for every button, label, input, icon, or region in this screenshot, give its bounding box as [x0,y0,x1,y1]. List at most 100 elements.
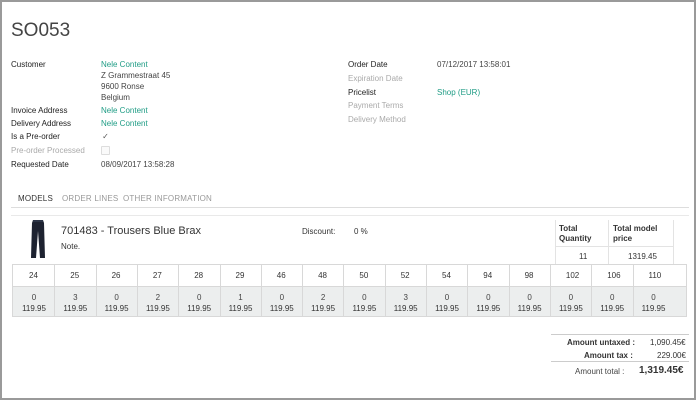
tab-other-information[interactable]: OTHER INFORMATION [123,194,212,203]
discount-label: Discount: [302,227,336,236]
size-quantity-input[interactable]: 0 [427,293,467,302]
size-quantity-input[interactable]: 0 [262,293,302,302]
amount-tax-label: Amount tax : [584,351,633,360]
size-price: 119.95 [517,304,542,313]
preorder-label: Is a Pre-order [11,132,60,141]
size-quantity-input[interactable]: 2 [138,293,178,302]
amount-untaxed-value: 1,090.45€ [650,338,686,347]
size-quantity-input[interactable]: 0 [344,293,384,302]
tab-order-lines[interactable]: ORDER LINES [62,194,118,203]
size-price: 119.95 [641,304,666,313]
size-price: 119.95 [145,304,170,313]
divider [551,334,689,335]
divider [555,246,673,247]
amount-tax-value: 229.00€ [657,351,686,360]
delivery-address-label: Delivery Address [11,119,72,128]
size-label: 48 [318,271,327,280]
pricelist-link[interactable]: Shop (EUR) [437,88,480,98]
size-price: 119.95 [63,304,88,313]
total-quantity-header: Total Quantity [559,224,591,244]
total-model-price-value: 1319.45 [628,252,657,261]
size-quantity-input[interactable]: 0 [510,293,550,302]
amount-total-label: Amount total : [575,367,625,376]
size-label: 52 [400,271,410,280]
customer-link[interactable]: Nele Content [101,60,148,70]
customer-label: Customer [11,60,46,69]
discount-value[interactable]: 0 % [354,227,368,236]
size-label: 110 [648,271,662,280]
size-quantity-input[interactable]: 2 [303,293,343,302]
size-label: 26 [111,271,121,280]
divider [551,361,689,362]
size-label: 24 [29,271,38,280]
size-price: 119.95 [311,304,336,313]
payment-terms-label: Payment Terms [348,101,404,110]
customer-address-line1: Z Grammestraat 45 [101,71,171,80]
total-model-price-header: Total model price [613,224,657,244]
size-matrix: 24 0 119.95 25 3 119.95 26 0 119.95 27 2 119.95 28 0 1… [12,264,687,317]
size-price: 119.95 [22,304,46,313]
size-price: 119.95 [435,304,459,313]
total-model-price-label-1: Total model [613,224,658,233]
divider [673,220,674,264]
size-quantity-input[interactable]: 0 [179,293,219,302]
size-label: 54 [442,271,451,280]
requested-date-label: Requested Date [11,160,69,169]
size-quantity-input[interactable]: 0 [592,293,632,302]
checkmark-icon: ✓ [102,132,109,141]
divider [555,220,556,264]
preorder-checkbox[interactable]: ✓ [101,132,110,141]
model-note-label: Note. [61,242,81,251]
size-price: 119.95 [269,304,294,313]
total-quantity-label-2: Quantity [559,234,592,243]
size-price: 119.95 [187,304,212,313]
customer-address-line3: Belgium [101,93,130,102]
size-label: 27 [152,271,162,280]
size-label: 94 [483,271,493,280]
size-label: 98 [524,271,534,280]
size-label: 25 [70,271,80,280]
total-quantity-value: 11 [579,252,588,261]
size-label: 28 [194,271,204,280]
notebook-tabs: MODELS ORDER LINES OTHER INFORMATION [11,190,689,208]
size-price: 119.95 [104,304,129,313]
order-date-value[interactable]: 07/12/2017 13:58:01 [437,60,510,70]
model-name[interactable]: 701483 - Trousers Blue Brax [61,225,201,237]
size-price: 119.95 [393,304,418,313]
amount-total-value: 1,319.45€ [639,365,684,376]
size-price: 119.95 [228,304,253,313]
size-quantity-input[interactable]: 1 [221,293,261,302]
size-price: 119.95 [558,304,583,313]
size-quantity-input[interactable]: 0 [551,293,591,302]
delivery-address-link[interactable]: Nele Content [101,119,148,129]
size-label: 102 [565,271,580,280]
invoice-address-link[interactable]: Nele Content [101,106,148,116]
amount-untaxed-label: Amount untaxed : [567,338,635,347]
order-date-label: Order Date [348,60,388,69]
pricelist-label: Pricelist [348,88,377,97]
preorder-processed-checkbox[interactable] [101,146,110,155]
delivery-method-label: Delivery Method [348,115,406,124]
tab-models[interactable]: MODELS [18,194,53,203]
size-price: 119.95 [600,304,625,313]
size-price: 119.95 [352,304,377,313]
size-quantity-input[interactable]: 0 [634,293,674,302]
divider [608,220,609,264]
size-quantity-input[interactable]: 3 [55,293,95,302]
customer-address-line2: 9600 Ronse [101,82,145,91]
size-quantity-input[interactable]: 0 [468,293,508,302]
sale-order-form: SO053 Customer Nele Content Z Grammestra… [0,0,696,400]
size-label: 46 [276,271,286,280]
page-title: SO053 [11,20,71,41]
size-label: 50 [359,271,369,280]
requested-date-value[interactable]: 08/09/2017 13:58:28 [101,160,174,170]
expiration-date-label: Expiration Date [348,74,403,83]
size-price: 119.95 [476,304,501,313]
total-quantity-label-1: Total [559,224,578,233]
size-quantity-input[interactable]: 0 [97,293,137,302]
divider [11,215,689,216]
size-quantity-input[interactable]: 3 [386,293,426,302]
size-label: 106 [607,271,621,280]
size-quantity-input[interactable]: 0 [14,293,54,302]
trousers-product-image [31,220,45,258]
